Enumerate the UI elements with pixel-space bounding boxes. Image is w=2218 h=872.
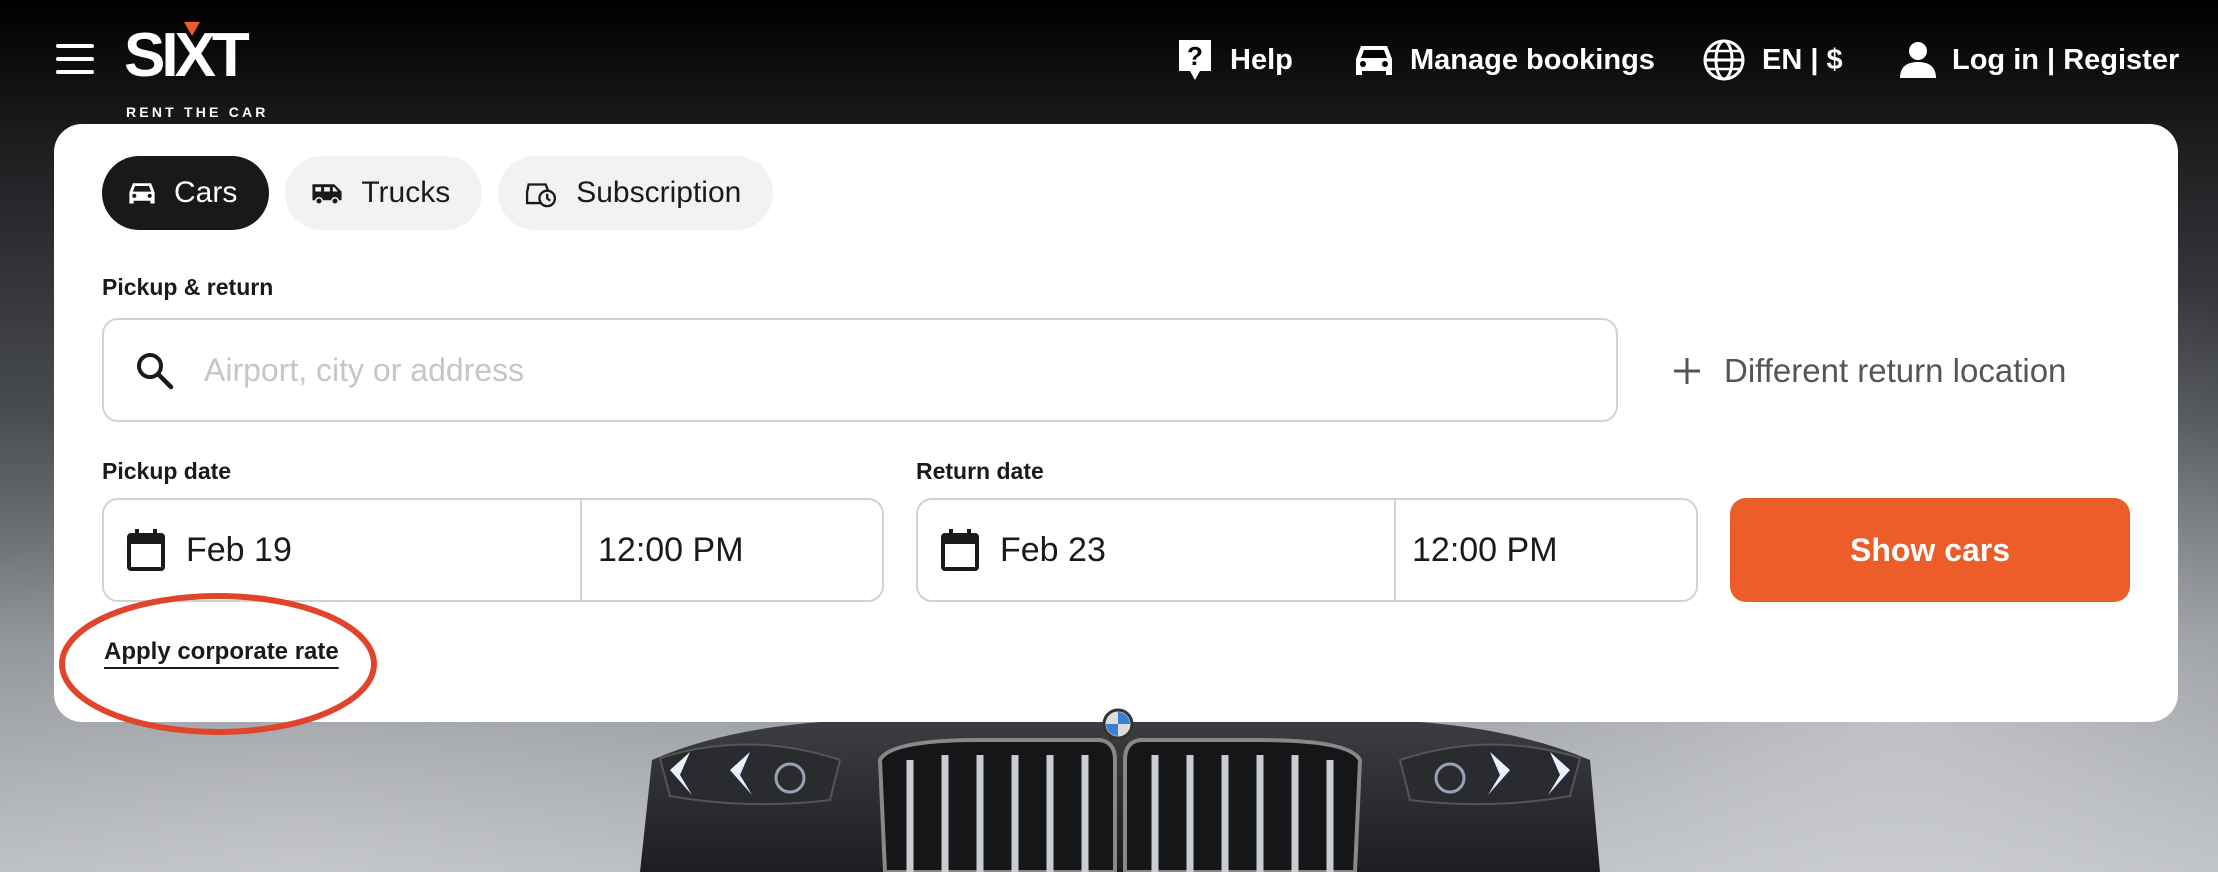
search-icon	[137, 353, 174, 390]
pickup-date-picker[interactable]: Feb 19	[104, 500, 582, 600]
help-icon: ?	[1179, 40, 1211, 80]
pickup-location-input[interactable]	[204, 351, 1504, 389]
vehicle-type-tabs: Cars Trucks Subscription	[102, 156, 789, 230]
user-icon	[1900, 42, 1936, 78]
language-currency-label: EN | $	[1762, 43, 1843, 76]
pickup-date-time-field: Feb 19 12:00 PM	[102, 498, 884, 602]
pickup-time-value: 12:00 PM	[598, 530, 744, 569]
tab-trucks[interactable]: Trucks	[285, 156, 483, 230]
manage-bookings-link[interactable]: Manage bookings	[1354, 34, 1655, 86]
apply-corporate-rate-link[interactable]: Apply corporate rate	[104, 638, 339, 666]
return-date-value: Feb 23	[1000, 530, 1106, 569]
return-date-picker[interactable]: Feb 23	[918, 500, 1396, 600]
tab-cars[interactable]: Cars	[102, 156, 270, 230]
tab-cars-label: Cars	[174, 176, 238, 209]
different-return-location-button[interactable]: Different return location	[1672, 346, 2066, 396]
car-icon	[1356, 46, 1392, 75]
pickup-date-label: Pickup date	[102, 458, 232, 484]
car-icon	[129, 183, 155, 204]
globe-icon	[1703, 39, 1745, 81]
booking-widget: Cars Trucks Subscription Pickup & return	[54, 124, 2178, 722]
bmw-car-image	[640, 708, 1600, 872]
tab-trucks-label: Trucks	[361, 176, 451, 209]
return-time-value: 12:00 PM	[1412, 530, 1558, 569]
return-date-label: Return date	[916, 458, 1044, 484]
show-cars-button[interactable]: Show cars	[1730, 498, 2130, 602]
sixt-logo-mark: SIXT	[124, 21, 254, 80]
car-subscription-icon	[526, 183, 557, 208]
return-time-picker[interactable]: 12:00 PM	[1396, 500, 1696, 600]
login-register-link[interactable]: Log in | Register	[1900, 34, 2179, 86]
login-register-label: Log in | Register	[1952, 43, 2180, 76]
svg-text:?: ?	[1187, 41, 1203, 71]
van-icon	[312, 184, 342, 205]
logo-wordmark: SIXT	[124, 21, 250, 80]
sixt-logo[interactable]: SIXT RENT THE CAR	[124, 20, 265, 120]
manage-bookings-label: Manage bookings	[1410, 43, 1655, 76]
logo-tagline: RENT THE CAR	[126, 104, 269, 120]
help-label: Help	[1230, 43, 1293, 76]
plus-icon	[1674, 358, 1700, 384]
pickup-location-field[interactable]	[102, 318, 1618, 422]
pickup-date-value: Feb 19	[186, 530, 292, 569]
different-return-location-label: Different return location	[1724, 352, 2067, 389]
tab-subscription-label: Subscription	[576, 176, 742, 209]
return-date-time-field: Feb 23 12:00 PM	[916, 498, 1698, 602]
site-header: SIXT RENT THE CAR ? Help Manage bookings…	[0, 0, 2218, 124]
language-currency-selector[interactable]: EN | $	[1702, 34, 1843, 86]
pickup-time-picker[interactable]: 12:00 PM	[582, 500, 882, 600]
help-link[interactable]: ? Help	[1176, 34, 1293, 86]
hamburger-menu-icon[interactable]	[56, 44, 98, 76]
calendar-icon	[941, 529, 979, 571]
pickup-return-label: Pickup & return	[102, 274, 274, 300]
calendar-icon	[127, 529, 165, 571]
tab-subscription[interactable]: Subscription	[498, 156, 774, 230]
